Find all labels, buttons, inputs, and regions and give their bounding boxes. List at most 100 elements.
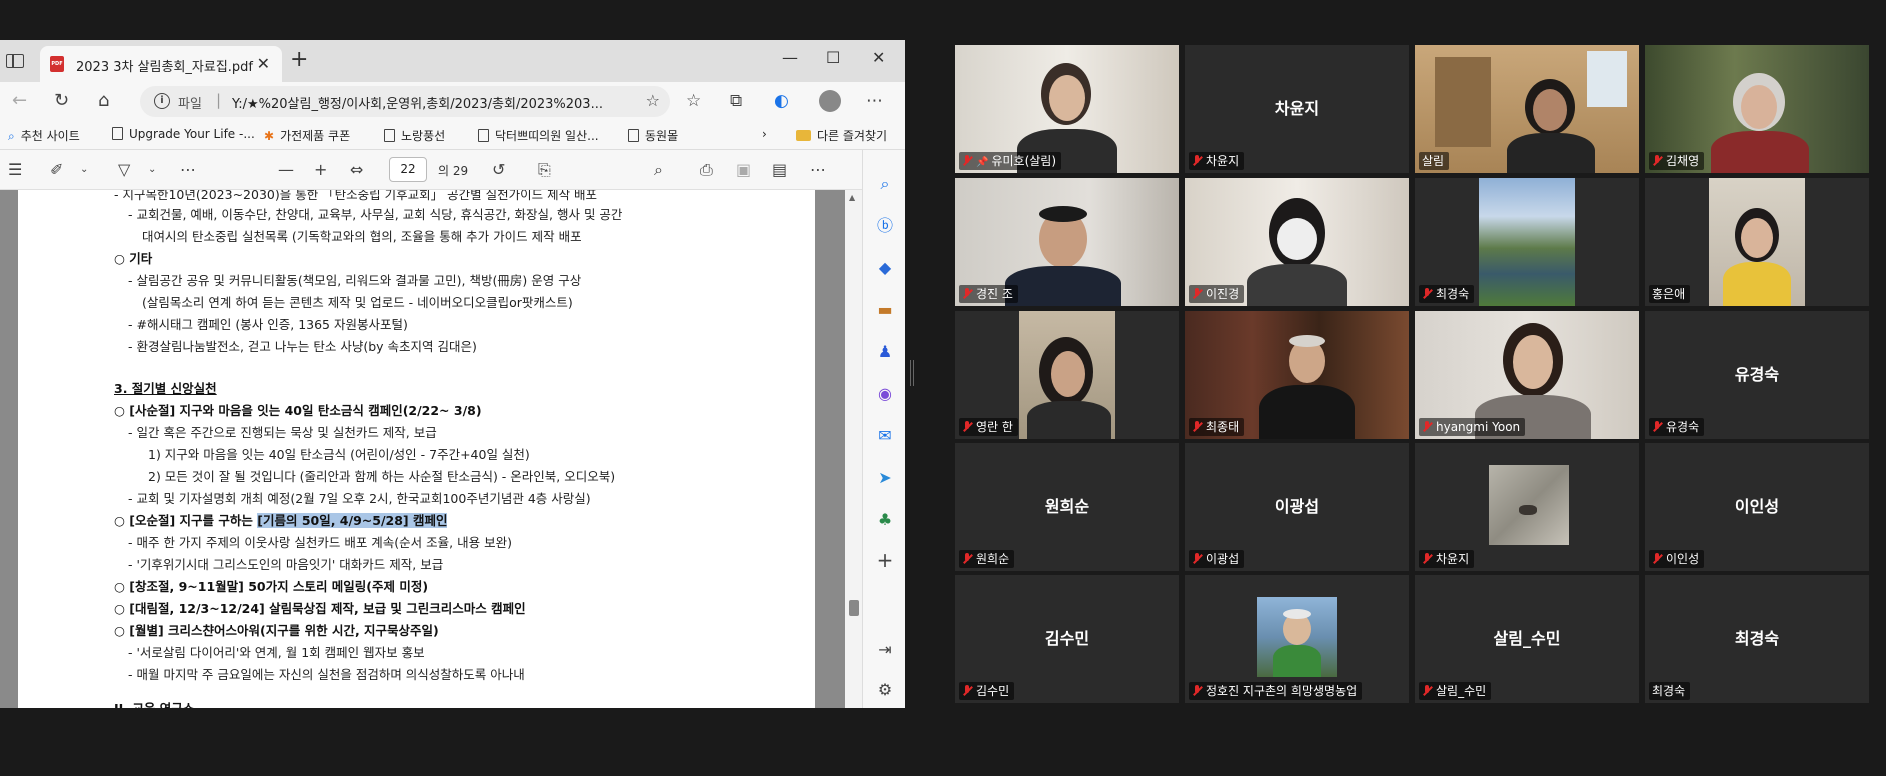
- chevron-down-icon[interactable]: ⌄: [80, 164, 88, 175]
- favorite-item[interactable]: ✱ 가전제품 쿠폰: [264, 127, 350, 144]
- chevron-down-icon[interactable]: ⌄: [148, 164, 156, 175]
- new-tab-button[interactable]: +: [290, 49, 308, 71]
- draw-icon[interactable]: ▽: [118, 160, 130, 179]
- participant-tile[interactable]: 영란 한: [955, 311, 1179, 439]
- search-icon[interactable]: ⌕: [875, 174, 895, 194]
- favorite-item[interactable]: 닥터쁘띠의원 일산...: [478, 127, 599, 144]
- participant-tile[interactable]: 이진경: [1185, 178, 1409, 306]
- close-tab-icon[interactable]: ✕: [257, 54, 270, 73]
- office-icon[interactable]: ◉: [875, 384, 895, 404]
- more-menu-icon[interactable]: ⋯: [866, 91, 883, 111]
- favorite-item[interactable]: ⌕ 추천 사이트: [8, 127, 80, 144]
- muted-mic-icon: [1192, 685, 1202, 697]
- tab-pdf[interactable]: PDF 2023 3차 살림총회_자료집.pdf ✕: [40, 46, 282, 82]
- scroll-up-arrow[interactable]: ▲: [849, 193, 855, 202]
- url-text[interactable]: Y:/★%20살림_행정/이사회,운영위,총회/2023/총회/2023%203…: [232, 93, 632, 112]
- pdf-line: - 매주 한 가지 주제의 이웃사랑 실천카드 배포 계속(순서 조율, 내용 …: [128, 535, 512, 550]
- edge-refresh-icon[interactable]: ◐: [774, 91, 789, 111]
- zoom-out-button[interactable]: —: [278, 160, 294, 179]
- page-view-icon[interactable]: ⎘: [538, 160, 551, 180]
- home-button[interactable]: ⌂: [98, 90, 109, 111]
- favorites-icon[interactable]: ☆: [686, 91, 701, 111]
- participant-tile[interactable]: 차윤지: [1415, 443, 1639, 571]
- more-menu-icon[interactable]: ⋯: [810, 160, 826, 179]
- muted-mic-icon: [1192, 553, 1202, 565]
- close-window-button[interactable]: ✕: [872, 48, 885, 67]
- participant-name-label: 이광섭: [1189, 550, 1245, 568]
- add-icon[interactable]: +: [875, 550, 895, 570]
- zoom-in-button[interactable]: +: [314, 160, 327, 179]
- participant-tile-active-speaker[interactable]: 살림: [1415, 45, 1639, 173]
- favorite-item[interactable]: Upgrade Your Life -...: [112, 127, 255, 141]
- favorite-item[interactable]: 노랑풍선: [384, 127, 445, 144]
- highlight-icon[interactable]: ✐: [50, 160, 63, 179]
- participant-tile[interactable]: 경진 조: [955, 178, 1179, 306]
- other-favorites-folder[interactable]: 다른 즐겨찾기: [796, 127, 887, 144]
- url-field[interactable]: i 파일 | Y:/★%20살림_행정/이사회,운영위,총회/2023/총회/2…: [140, 86, 670, 117]
- back-button[interactable]: ←: [12, 90, 27, 111]
- page-number-input[interactable]: 22: [389, 157, 427, 182]
- participant-tile[interactable]: 이광섭 이광섭: [1185, 443, 1409, 571]
- participant-tile[interactable]: 이인성 이인성: [1645, 443, 1869, 571]
- contents-icon[interactable]: ☰: [8, 160, 22, 179]
- participant-name-label: 원희순: [959, 550, 1015, 568]
- send-icon[interactable]: ➤: [875, 468, 895, 488]
- settings-gear-icon[interactable]: ⚙: [875, 680, 895, 700]
- print-icon[interactable]: ⎙: [700, 160, 713, 180]
- participant-tile[interactable]: 📌 유미호(살림): [955, 45, 1179, 173]
- pdf-viewer[interactable]: - 지구목한10년(2023~2030)을 통한 「탄소중립 기후교회」 공간별…: [0, 190, 845, 708]
- page-icon: [628, 129, 639, 142]
- participant-tile[interactable]: 원희순 원희순: [955, 443, 1179, 571]
- participant-tile[interactable]: 정호진 지구촌의 희망생명농업: [1185, 575, 1409, 703]
- pdf-line: - 환경살림나눔발전소, 걷고 나누는 탄소 사냥(by 속초지역 김대은): [128, 339, 477, 354]
- participant-tile[interactable]: 최경숙 최경숙: [1645, 575, 1869, 703]
- info-icon[interactable]: i: [154, 93, 170, 109]
- participant-name-label: 경진 조: [959, 285, 1018, 303]
- maximize-button[interactable]: ☐: [826, 48, 840, 67]
- participant-center-name: 원희순: [1044, 497, 1090, 516]
- participant-tile[interactable]: 차윤지 차윤지: [1185, 45, 1409, 173]
- pdf-line: 대여시의 탄소중립 실천목록 (기독학교와의 협의, 조율을 통해 추가 가이드…: [142, 229, 582, 244]
- participant-name-label: 김수민: [959, 682, 1015, 700]
- bing-icon[interactable]: ⓑ: [875, 216, 895, 236]
- sidebar-toggle-icon[interactable]: [6, 54, 24, 68]
- person-body: [1027, 401, 1111, 439]
- sidebar-expand-icon[interactable]: ⇥: [875, 640, 895, 660]
- participant-tile[interactable]: 살림_수민 살림_수민: [1415, 575, 1639, 703]
- save-icon[interactable]: ▣: [736, 160, 751, 179]
- person-body: [1247, 264, 1347, 306]
- pdf-line: - 교회건물, 예배, 이동수단, 찬양대, 교육부, 사무실, 교회 식당, …: [128, 207, 623, 222]
- collections-icon[interactable]: ⧉: [730, 91, 742, 111]
- search-icon: ⌕: [8, 129, 15, 143]
- pdf-selected-text[interactable]: [기름의 50일, 4/9~5/28] 캠페인: [257, 513, 448, 528]
- tree-icon[interactable]: ♣: [875, 510, 895, 530]
- participant-tile[interactable]: 유경숙 유경숙: [1645, 311, 1869, 439]
- profile-avatar[interactable]: [819, 90, 841, 112]
- bird-shape: [1519, 505, 1537, 515]
- participant-tile[interactable]: 최종태: [1185, 311, 1409, 439]
- save-as-icon[interactable]: ▤: [772, 160, 787, 179]
- address-bar: ← ↻ ⌂ i 파일 | Y:/★%20살림_행정/이사회,운영위,총회/202…: [0, 82, 905, 122]
- favorite-item[interactable]: 동원몰: [628, 127, 678, 144]
- chevron-right-icon[interactable]: ›: [762, 127, 767, 141]
- favorite-star-icon[interactable]: ☆: [646, 91, 660, 110]
- participant-tile[interactable]: 김수민 김수민: [955, 575, 1179, 703]
- games-icon[interactable]: ♟: [875, 342, 895, 362]
- scrollbar-thumb[interactable]: [849, 600, 859, 616]
- tools-icon[interactable]: ▬: [875, 300, 895, 320]
- fit-page-icon[interactable]: ⇔: [350, 160, 363, 179]
- participant-tile[interactable]: hyangmi Yoon: [1415, 311, 1639, 439]
- refresh-button[interactable]: ↻: [54, 90, 69, 111]
- minimize-button[interactable]: —: [782, 48, 798, 67]
- more-tools-icon[interactable]: ⋯: [180, 160, 196, 179]
- participant-tile[interactable]: 최경숙: [1415, 178, 1639, 306]
- vertical-scrollbar[interactable]: ▲: [845, 190, 862, 708]
- outlook-icon[interactable]: ✉: [875, 426, 895, 446]
- participant-tile[interactable]: 홍은애: [1645, 178, 1869, 306]
- split-handle[interactable]: [910, 360, 914, 386]
- shopping-tag-icon[interactable]: ◆: [875, 258, 895, 278]
- participant-tile[interactable]: 김채영: [1645, 45, 1869, 173]
- search-icon[interactable]: ⌕: [654, 160, 663, 180]
- person-body: [1259, 385, 1355, 439]
- rotate-icon[interactable]: ↺: [492, 160, 505, 179]
